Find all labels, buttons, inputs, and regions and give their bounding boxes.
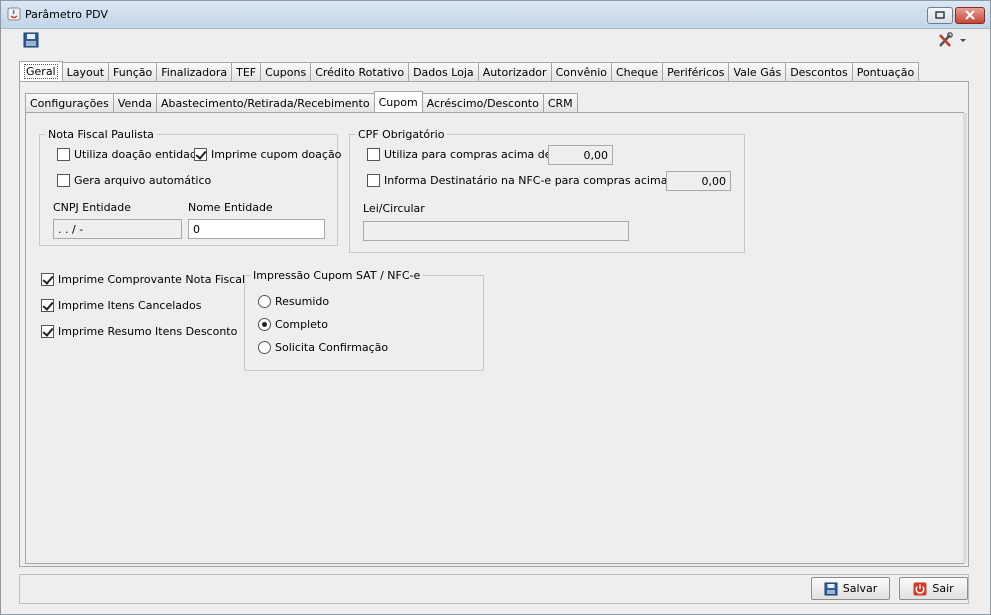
tab-layout[interactable]: Layout xyxy=(61,62,110,81)
tab-geral[interactable]: Geral xyxy=(19,61,63,81)
window-title: Parâmetro PDV xyxy=(25,8,108,21)
parametro-pdv-window: Parâmetro PDV Geral Layout Função Finali… xyxy=(0,0,991,615)
checkbox-box xyxy=(367,174,380,187)
checkbox-box xyxy=(367,148,380,161)
imprime-resumo-desconto-checkbox[interactable]: Imprime Resumo Itens Desconto xyxy=(41,325,237,338)
title-bar: Parâmetro PDV xyxy=(1,1,990,29)
tab-cheque[interactable]: Cheque xyxy=(610,62,664,81)
impressao-cupom-legend: Impressão Cupom SAT / NFC-e xyxy=(250,269,424,282)
tab-tef[interactable]: TEF xyxy=(231,62,262,81)
utiliza-doacao-checkbox[interactable]: Utiliza doação entidade xyxy=(57,148,204,161)
tab-cupons[interactable]: Cupons xyxy=(260,62,312,81)
cnpj-entidade-field[interactable]: . . / - xyxy=(53,219,182,239)
save-icon xyxy=(824,582,838,595)
destinatario-acima-field[interactable]: 0,00 xyxy=(666,171,731,191)
imprime-cupom-doacao-checkbox[interactable]: Imprime cupom doação xyxy=(194,148,341,161)
tab-funcao[interactable]: Função xyxy=(108,62,158,81)
imprime-itens-cancelados-checkbox[interactable]: Imprime Itens Cancelados xyxy=(41,299,201,312)
lei-circular-label: Lei/Circular xyxy=(363,202,425,215)
tab-dados-loja[interactable]: Dados Loja xyxy=(408,62,479,81)
subtab-venda[interactable]: Venda xyxy=(112,93,157,112)
checkbox-box xyxy=(57,174,70,187)
informa-destinatario-checkbox[interactable]: Informa Destinatário na NFC-e para compr… xyxy=(367,174,703,187)
main-tabs: Geral Layout Função Finalizadora TEF Cup… xyxy=(19,61,920,81)
tab-autorizador[interactable]: Autorizador xyxy=(477,62,552,81)
tab-descontos[interactable]: Descontos xyxy=(785,62,853,81)
restore-button[interactable] xyxy=(927,7,953,24)
close-window-button[interactable] xyxy=(955,7,985,24)
tab-convenio[interactable]: Convênio xyxy=(550,62,612,81)
nome-entidade-field[interactable]: 0 xyxy=(188,219,325,239)
restore-icon xyxy=(935,11,945,19)
gera-arquivo-checkbox[interactable]: Gera arquivo automático xyxy=(57,174,211,187)
lei-circular-field[interactable] xyxy=(363,221,629,241)
sub-tabs: Configurações Venda Abastecimento/Retira… xyxy=(25,91,578,112)
subtab-acrescimo-desconto[interactable]: Acréscimo/Desconto xyxy=(421,93,544,112)
power-icon xyxy=(913,582,927,595)
checkbox-box-checked xyxy=(41,325,54,338)
nome-entidade-label: Nome Entidade xyxy=(188,201,273,214)
tools-menu-icon[interactable] xyxy=(937,31,967,49)
cpf-obrigatorio-legend: CPF Obrigatório xyxy=(355,128,448,141)
radio-completo[interactable]: Completo xyxy=(258,318,328,331)
radio-dot xyxy=(258,295,271,308)
salvar-button[interactable]: Salvar xyxy=(811,577,890,600)
compras-acima-field[interactable]: 0,00 xyxy=(548,145,613,165)
sair-button[interactable]: Sair xyxy=(899,577,968,600)
nota-fiscal-paulista-legend: Nota Fiscal Paulista xyxy=(45,128,157,141)
cnpj-entidade-label: CNPJ Entidade xyxy=(53,201,132,214)
subtab-crm[interactable]: CRM xyxy=(542,93,578,112)
checkbox-box-checked xyxy=(41,273,54,286)
radio-dot-selected xyxy=(258,318,271,331)
subtab-abastecimento[interactable]: Abastecimento/Retirada/Recebimento xyxy=(155,93,375,112)
tab-credito-rotativo[interactable]: Crédito Rotativo xyxy=(310,62,410,81)
save-floppy-icon[interactable] xyxy=(23,32,39,48)
radio-resumido[interactable]: Resumido xyxy=(258,295,329,308)
tab-vale-gas[interactable]: Vale Gás xyxy=(728,62,787,81)
tab-pontuacao[interactable]: Pontuação xyxy=(851,62,920,81)
tab-perifericos[interactable]: Periféricos xyxy=(662,62,730,81)
checkbox-box-checked xyxy=(194,148,207,161)
subtab-cupom[interactable]: Cupom xyxy=(373,91,423,112)
panel-scrollbar[interactable] xyxy=(963,113,967,563)
utiliza-compras-checkbox[interactable]: Utiliza para compras acima de R$ xyxy=(367,148,570,161)
radio-solicita-confirmacao[interactable]: Solicita Confirmação xyxy=(258,341,388,354)
radio-dot xyxy=(258,341,271,354)
close-icon xyxy=(965,10,975,20)
java-app-icon xyxy=(7,7,21,21)
tab-finalizadora[interactable]: Finalizadora xyxy=(156,62,233,81)
subtab-configuracoes[interactable]: Configurações xyxy=(25,93,114,112)
imprime-comprovante-checkbox[interactable]: Imprime Comprovante Nota Fiscal xyxy=(41,273,245,286)
checkbox-box-checked xyxy=(41,299,54,312)
checkbox-box xyxy=(57,148,70,161)
